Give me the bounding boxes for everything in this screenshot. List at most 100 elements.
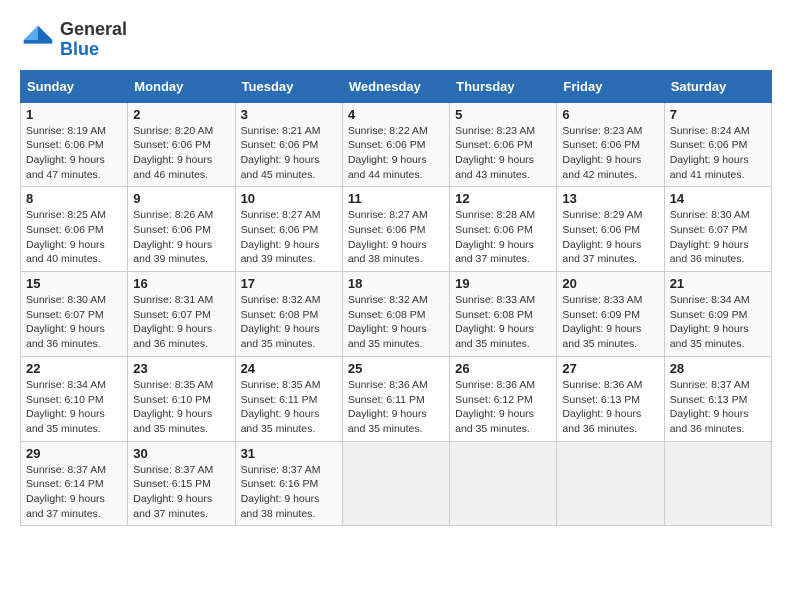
day-info: Sunrise: 8:35 AMSunset: 6:11 PMDaylight:… [241,378,337,437]
day-number: 17 [241,276,337,291]
day-number: 9 [133,191,229,206]
day-number: 27 [562,361,658,376]
day-info: Sunrise: 8:36 AMSunset: 6:11 PMDaylight:… [348,378,444,437]
calendar-cell: 27 Sunrise: 8:36 AMSunset: 6:13 PMDayligh… [557,356,664,441]
day-info: Sunrise: 8:27 AMSunset: 6:06 PMDaylight:… [348,208,444,267]
day-number: 20 [562,276,658,291]
calendar-cell: 26 Sunrise: 8:36 AMSunset: 6:12 PMDayligh… [450,356,557,441]
day-info: Sunrise: 8:36 AMSunset: 6:13 PMDaylight:… [562,378,658,437]
calendar-header: SundayMondayTuesdayWednesdayThursdayFrid… [21,70,772,102]
day-info: Sunrise: 8:27 AMSunset: 6:06 PMDaylight:… [241,208,337,267]
day-info: Sunrise: 8:29 AMSunset: 6:06 PMDaylight:… [562,208,658,267]
calendar-cell: 6 Sunrise: 8:23 AMSunset: 6:06 PMDaylight… [557,102,664,187]
page-header: General Blue [20,20,772,60]
calendar-cell: 31 Sunrise: 8:37 AMSunset: 6:16 PMDayligh… [235,441,342,526]
calendar-cell [557,441,664,526]
day-number: 7 [670,107,766,122]
calendar-cell: 5 Sunrise: 8:23 AMSunset: 6:06 PMDaylight… [450,102,557,187]
logo-text: General Blue [60,20,127,60]
weekday-header-row: SundayMondayTuesdayWednesdayThursdayFrid… [21,70,772,102]
day-number: 30 [133,446,229,461]
weekday-monday: Monday [128,70,235,102]
day-number: 5 [455,107,551,122]
calendar-cell: 21Sunrise: 8:34 AMSunset: 6:09 PMDayligh… [664,272,771,357]
day-info: Sunrise: 8:21 AMSunset: 6:06 PMDaylight:… [241,124,337,183]
calendar-cell: 4 Sunrise: 8:22 AMSunset: 6:06 PMDaylight… [342,102,449,187]
day-number: 13 [562,191,658,206]
calendar-cell: 14 Sunrise: 8:30 AMSunset: 6:07 PMDayligh… [664,187,771,272]
day-number: 1 [26,107,122,122]
day-number: 3 [241,107,337,122]
calendar-cell: 29Sunrise: 8:37 AMSunset: 6:14 PMDayligh… [21,441,128,526]
day-info: Sunrise: 8:23 AMSunset: 6:06 PMDaylight:… [455,124,551,183]
calendar-cell: 10 Sunrise: 8:27 AMSunset: 6:06 PMDayligh… [235,187,342,272]
day-info: Sunrise: 8:33 AMSunset: 6:08 PMDaylight:… [455,293,551,352]
day-info: Sunrise: 8:26 AMSunset: 6:06 PMDaylight:… [133,208,229,267]
calendar-cell: 9 Sunrise: 8:26 AMSunset: 6:06 PMDaylight… [128,187,235,272]
day-number: 4 [348,107,444,122]
day-number: 6 [562,107,658,122]
logo-icon [20,22,56,58]
day-number: 21 [670,276,766,291]
calendar-cell: 2 Sunrise: 8:20 AMSunset: 6:06 PMDaylight… [128,102,235,187]
day-number: 24 [241,361,337,376]
day-number: 15 [26,276,122,291]
calendar-cell: 28 Sunrise: 8:37 AMSunset: 6:13 PMDayligh… [664,356,771,441]
day-number: 10 [241,191,337,206]
day-number: 2 [133,107,229,122]
calendar-cell: 17 Sunrise: 8:32 AMSunset: 6:08 PMDayligh… [235,272,342,357]
day-info: Sunrise: 8:19 AMSunset: 6:06 PMDaylight:… [26,124,122,183]
calendar-cell: 8Sunrise: 8:25 AMSunset: 6:06 PMDaylight… [21,187,128,272]
day-number: 22 [26,361,122,376]
weekday-tuesday: Tuesday [235,70,342,102]
calendar-cell: 16 Sunrise: 8:31 AMSunset: 6:07 PMDayligh… [128,272,235,357]
calendar-cell: 12Sunrise: 8:28 AMSunset: 6:06 PMDayligh… [450,187,557,272]
day-info: Sunrise: 8:31 AMSunset: 6:07 PMDaylight:… [133,293,229,352]
week-row-5: 29Sunrise: 8:37 AMSunset: 6:14 PMDayligh… [21,441,772,526]
day-info: Sunrise: 8:32 AMSunset: 6:08 PMDaylight:… [348,293,444,352]
weekday-friday: Friday [557,70,664,102]
calendar-cell: 30 Sunrise: 8:37 AMSunset: 6:15 PMDayligh… [128,441,235,526]
day-number: 31 [241,446,337,461]
day-info: Sunrise: 8:23 AMSunset: 6:06 PMDaylight:… [562,124,658,183]
day-info: Sunrise: 8:24 AMSunset: 6:06 PMDaylight:… [670,124,766,183]
day-number: 12 [455,191,551,206]
day-info: Sunrise: 8:33 AMSunset: 6:09 PMDaylight:… [562,293,658,352]
day-info: Sunrise: 8:37 AMSunset: 6:16 PMDaylight:… [241,463,337,522]
day-number: 8 [26,191,122,206]
day-number: 29 [26,446,122,461]
logo-blue: Blue [60,40,127,60]
day-number: 23 [133,361,229,376]
calendar-body: 1 Sunrise: 8:19 AMSunset: 6:06 PMDaylight… [21,102,772,526]
calendar-cell: 20 Sunrise: 8:33 AMSunset: 6:09 PMDayligh… [557,272,664,357]
day-number: 14 [670,191,766,206]
weekday-sunday: Sunday [21,70,128,102]
calendar-cell [664,441,771,526]
day-number: 19 [455,276,551,291]
day-info: Sunrise: 8:20 AMSunset: 6:06 PMDaylight:… [133,124,229,183]
calendar-cell: 24 Sunrise: 8:35 AMSunset: 6:11 PMDayligh… [235,356,342,441]
day-info: Sunrise: 8:32 AMSunset: 6:08 PMDaylight:… [241,293,337,352]
calendar-cell: 23Sunrise: 8:35 AMSunset: 6:10 PMDayligh… [128,356,235,441]
calendar-cell: 15 Sunrise: 8:30 AMSunset: 6:07 PMDayligh… [21,272,128,357]
calendar-cell: 7 Sunrise: 8:24 AMSunset: 6:06 PMDaylight… [664,102,771,187]
day-number: 11 [348,191,444,206]
calendar-cell: 3 Sunrise: 8:21 AMSunset: 6:06 PMDaylight… [235,102,342,187]
calendar-cell: 22Sunrise: 8:34 AMSunset: 6:10 PMDayligh… [21,356,128,441]
calendar-cell: 1 Sunrise: 8:19 AMSunset: 6:06 PMDaylight… [21,102,128,187]
day-number: 16 [133,276,229,291]
calendar-cell [450,441,557,526]
day-info: Sunrise: 8:36 AMSunset: 6:12 PMDaylight:… [455,378,551,437]
day-info: Sunrise: 8:37 AMSunset: 6:15 PMDaylight:… [133,463,229,522]
week-row-1: 1 Sunrise: 8:19 AMSunset: 6:06 PMDaylight… [21,102,772,187]
day-number: 26 [455,361,551,376]
day-info: Sunrise: 8:22 AMSunset: 6:06 PMDaylight:… [348,124,444,183]
day-info: Sunrise: 8:30 AMSunset: 6:07 PMDaylight:… [26,293,122,352]
day-number: 28 [670,361,766,376]
day-info: Sunrise: 8:37 AMSunset: 6:13 PMDaylight:… [670,378,766,437]
calendar-cell: 11 Sunrise: 8:27 AMSunset: 6:06 PMDayligh… [342,187,449,272]
weekday-wednesday: Wednesday [342,70,449,102]
logo: General Blue [20,20,127,60]
week-row-3: 15 Sunrise: 8:30 AMSunset: 6:07 PMDayligh… [21,272,772,357]
day-info: Sunrise: 8:30 AMSunset: 6:07 PMDaylight:… [670,208,766,267]
